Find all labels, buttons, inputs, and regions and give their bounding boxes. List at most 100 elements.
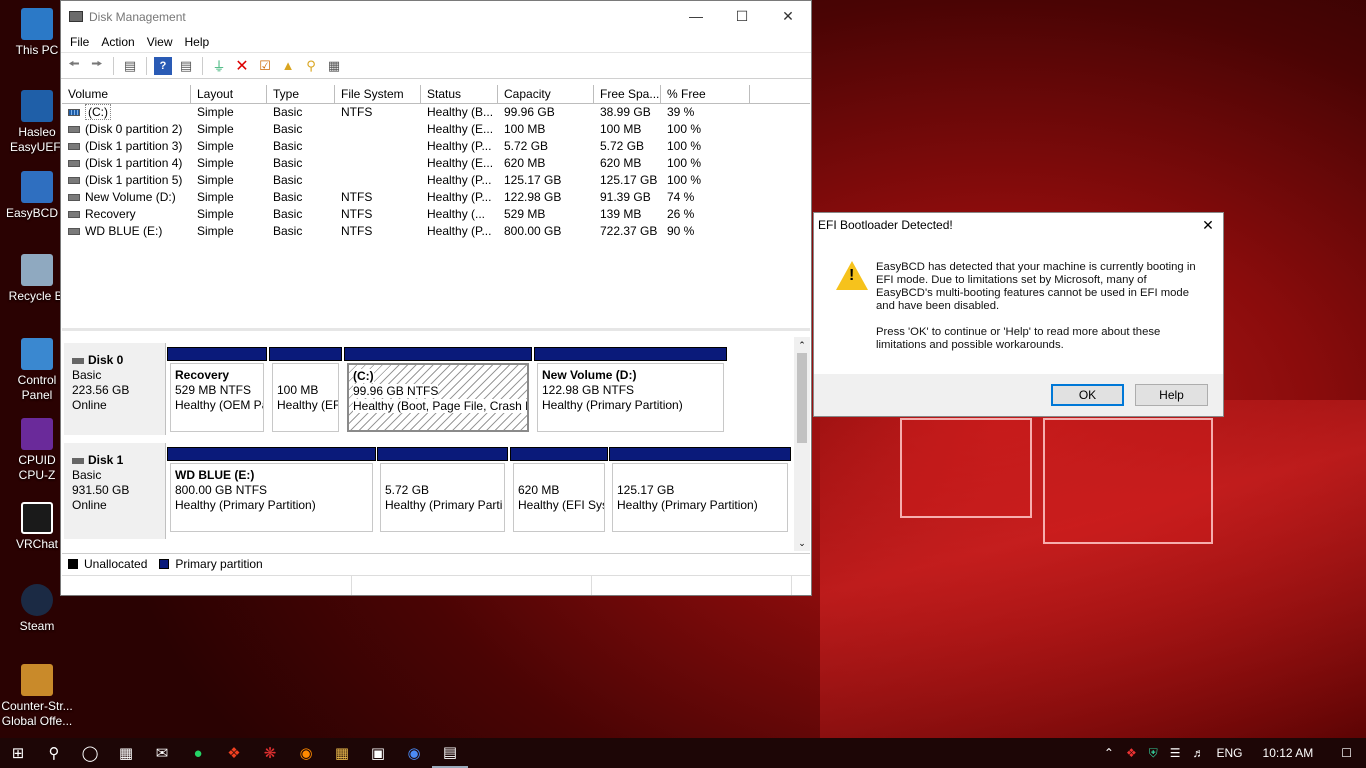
partition-disk1-4[interactable]: 620 MB Healthy (EFI Sys [510, 447, 608, 535]
ok-button[interactable]: OK [1051, 384, 1124, 406]
wallpaper-pane [1043, 418, 1213, 544]
column-header-capacity[interactable]: Capacity [498, 85, 594, 103]
cell-type: Basic [273, 207, 303, 221]
scroll-up-icon[interactable]: ⌃ [794, 337, 810, 353]
chrome-icon[interactable]: ◉ [396, 738, 432, 768]
partition-e[interactable]: WD BLUE (E:) 800.00 GB NTFS Healthy (Prima… [167, 447, 376, 535]
close-button[interactable]: ✕ [765, 1, 811, 32]
tray-overflow-icon[interactable]: ⌃ [1098, 746, 1120, 760]
task-view-icon[interactable]: ▦ [108, 738, 144, 768]
dialog-footer: OK Help [814, 374, 1223, 416]
maximize-button[interactable]: ☐ [719, 1, 765, 32]
connect-drive-icon[interactable]: ⏚ [210, 57, 228, 75]
volume-icon[interactable]: ♬ [1187, 746, 1211, 760]
disk-management-window: Disk Management — ☐ ✕ File Action View H… [60, 0, 812, 596]
table-row[interactable]: WD BLUE (E:) Simple Basic NTFS Healthy (P...… [62, 223, 810, 240]
easybcd-icon [21, 171, 53, 203]
partition-bar [609, 447, 791, 461]
control-panel-icon [21, 338, 53, 370]
properties-icon[interactable]: ▤ [177, 57, 195, 75]
cell-status: Healthy (... [427, 207, 486, 221]
disk0-type: Basic [72, 368, 102, 382]
partition-status: Healthy (Primary Partition) [542, 398, 683, 412]
app-icon-red[interactable]: ❖ [216, 738, 252, 768]
cell-free: 125.17 GB [600, 173, 658, 187]
table-row[interactable]: (C:) Simple Basic NTFS Healthy (B... 99.96 GB… [62, 104, 810, 121]
partition-recovery[interactable]: Recovery 529 MB NTFS Healthy (OEM Pa [167, 347, 267, 435]
disk0-label[interactable]: Disk 0 Basic 223.56 GB Online [64, 343, 166, 435]
dialog-message: EasyBCD has detected that your machine i… [876, 261, 1206, 352]
column-header-file-system[interactable]: File System [335, 85, 421, 103]
disk-management-taskbar-icon[interactable]: ▤ [432, 738, 468, 768]
language-indicator[interactable]: ENG [1211, 746, 1249, 760]
search-icon[interactable]: ⚲ [36, 738, 72, 768]
forward-arrow-icon[interactable]: 🠚 [88, 56, 106, 75]
table-row[interactable]: (Disk 1 partition 4) Simple Basic Healthy (… [62, 155, 810, 172]
app-icon [69, 11, 83, 22]
security-shield-icon[interactable]: ⛨ [1143, 746, 1164, 761]
column-header-layout[interactable]: Layout [191, 85, 267, 103]
column-header-volume[interactable]: Volume [62, 85, 191, 103]
graph-scrollbar[interactable]: ⌃ ⌄ [794, 337, 810, 551]
view-list-icon[interactable]: ▦ [325, 57, 343, 75]
volume-icon [68, 228, 80, 236]
dialog-close-icon[interactable]: ✕ [1193, 217, 1223, 234]
whatsapp-icon[interactable]: ● [180, 738, 216, 768]
partition-status: Healthy (OEM Pa [175, 398, 264, 412]
app-icon-settings[interactable]: ❋ [252, 738, 288, 768]
partition-efi[interactable]: 100 MB Healthy (EF [269, 347, 342, 435]
column-header-type[interactable]: Type [267, 85, 335, 103]
show-hide-console-icon[interactable]: ▤ [121, 57, 139, 75]
partition-d[interactable]: New Volume (D:) 122.98 GB NTFS Healthy (Pr… [534, 347, 727, 435]
table-row[interactable]: (Disk 1 partition 5) Simple Basic Healthy (… [62, 172, 810, 189]
menu-help[interactable]: Help [179, 35, 216, 49]
partition-disk1-5[interactable]: 125.17 GB Healthy (Primary Partition) [609, 447, 791, 535]
status-cell [352, 576, 592, 595]
checklist-icon[interactable]: ☑ [256, 57, 274, 75]
table-row[interactable]: (Disk 0 partition 2) Simple Basic Healthy (… [62, 121, 810, 138]
notifications-icon[interactable]: ☐ [1327, 746, 1366, 760]
volume-icon [68, 211, 80, 219]
column-header-free-space[interactable]: Free Spa... [594, 85, 661, 103]
table-row[interactable]: New Volume (D:) Simple Basic NTFS Healthy (P… [62, 189, 810, 206]
disk1-label[interactable]: Disk 1 Basic 931.50 GB Online [64, 443, 166, 539]
delete-icon[interactable]: ✕ [233, 57, 251, 75]
table-row[interactable]: Recovery Simple Basic NTFS Healthy (... 529 M… [62, 206, 810, 223]
search-folder-icon[interactable]: ⚲ [302, 57, 320, 75]
column-header-status[interactable]: Status [421, 85, 498, 103]
desktop-icon-csgo[interactable]: Counter-Str... Global Offe... [0, 664, 74, 729]
minimize-button[interactable]: — [673, 1, 719, 32]
wifi-icon[interactable]: ☰ [1164, 746, 1187, 760]
menu-file[interactable]: File [64, 35, 95, 49]
partition-body: WD BLUE (E:) 800.00 GB NTFS Healthy (Prima… [170, 463, 373, 532]
table-row[interactable]: (Disk 1 partition 3) Simple Basic Healthy (… [62, 138, 810, 155]
legend: Unallocated Primary partition [62, 553, 810, 573]
back-arrow-icon[interactable]: 🠘 [65, 56, 83, 75]
start-windows-icon[interactable]: ⊞ [0, 738, 36, 768]
mail-icon[interactable]: ✉ [144, 738, 180, 768]
tray-app-icon[interactable]: ❖ [1120, 746, 1143, 760]
menu-view[interactable]: View [141, 35, 179, 49]
dialog-titlebar[interactable]: EFI Bootloader Detected! ✕ [814, 213, 1223, 237]
scroll-thumb[interactable] [797, 353, 807, 443]
help-button[interactable]: Help [1135, 384, 1208, 406]
store-icon[interactable]: ▣ [360, 738, 396, 768]
cpuz-icon [21, 418, 53, 450]
firefox-icon[interactable]: ◉ [288, 738, 324, 768]
cortana-icon[interactable]: ◯ [72, 738, 108, 768]
partition-status: Healthy (Primary Parti [385, 498, 503, 512]
clock[interactable]: 10:12 AM [1249, 746, 1328, 760]
partition-c[interactable]: (C:) 99.96 GB NTFS Healthy (Boot, Page Fil… [344, 347, 532, 435]
folder-up-icon[interactable]: ▲ [279, 57, 297, 75]
scroll-down-icon[interactable]: ⌄ [794, 535, 810, 551]
help-icon[interactable]: ? [154, 56, 172, 75]
cell-layout: Simple [197, 173, 234, 187]
partition-disk1-3[interactable]: 5.72 GB Healthy (Primary Parti [377, 447, 508, 535]
cell-capacity: 122.98 GB [504, 190, 562, 204]
window-titlebar[interactable]: Disk Management — ☐ ✕ [61, 1, 811, 32]
file-explorer-icon[interactable]: ▦ [324, 738, 360, 768]
column-header-percent-free[interactable]: % Free [661, 85, 750, 103]
primary-swatch [159, 558, 170, 569]
menu-action[interactable]: Action [95, 35, 140, 49]
volume-icon [68, 160, 80, 168]
